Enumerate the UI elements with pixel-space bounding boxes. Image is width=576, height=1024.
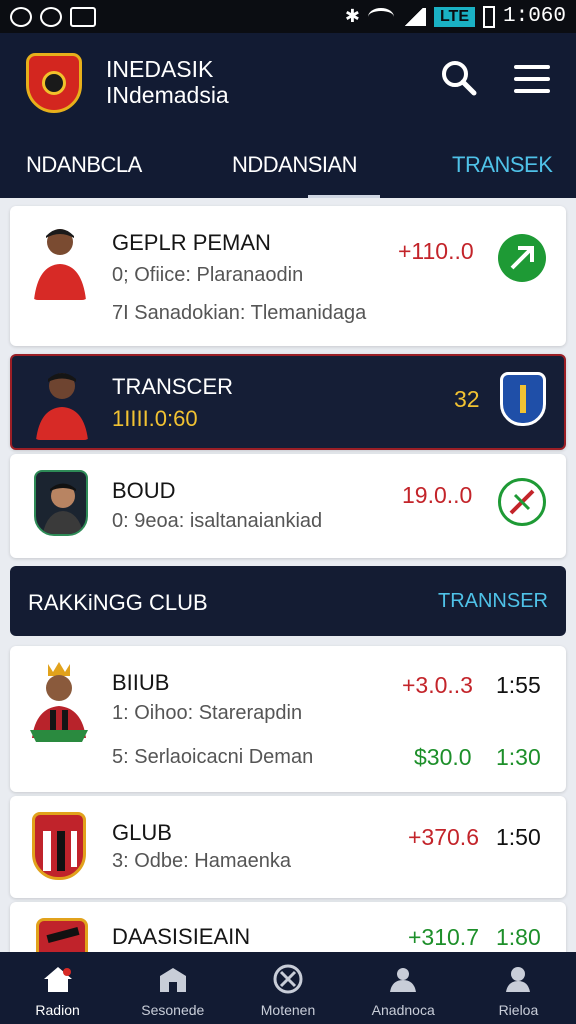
transfer-fee: 1IIII.0:60 <box>112 406 198 431</box>
club-name: DAASISIEAIN <box>112 924 251 949</box>
club-time: 1:50 <box>496 824 541 850</box>
wifi-icon <box>367 7 394 26</box>
club-shield-icon <box>32 812 86 880</box>
nav-item-1[interactable]: Radion <box>0 952 115 1024</box>
player-card[interactable]: GEPLR PEMAN 0; Ofiice: Plaranaodin 7I Sa… <box>10 206 566 346</box>
status-time: 1:060 <box>502 5 566 28</box>
app-subtitle: INdemadsia <box>106 82 229 108</box>
signal-icon <box>401 7 426 26</box>
club-price: +310.7 <box>408 924 479 950</box>
player-avatar <box>34 470 88 536</box>
network-badge: LTE <box>433 6 475 27</box>
club-time: 1:30 <box>496 744 541 770</box>
player-detail: 0; Ofiice: Plaranaodin <box>112 264 304 286</box>
player-avatar <box>30 220 90 300</box>
club-price: $30.0 <box>414 744 472 770</box>
search-icon <box>442 61 477 96</box>
section-title: RAKKiNGG CLUB <box>28 590 208 615</box>
club-detail: 3: Odbe: Hamaenka <box>112 850 291 872</box>
tab-bar: NDANBCLA NDDANSIAN TRANSEK <box>0 141 576 198</box>
player-card[interactable]: BOUD 0: 9eoa: isaltanaiankiad 19.0..0 <box>10 454 566 558</box>
club-shield-icon <box>500 372 546 426</box>
player-avatar <box>32 364 92 440</box>
nav-label: Anadnoca <box>371 1002 435 1018</box>
transfer-count: 32 <box>454 386 480 412</box>
section-link[interactable]: TRANNSER <box>438 590 548 613</box>
bottom-navigation: Radion Sesonede Motenen Anadnoca Rieloa <box>0 952 576 1024</box>
club-price: +370.6 <box>408 824 479 850</box>
player-detail: 7I Sanadokian: Tlemanidaga <box>112 302 367 324</box>
player-price: +110..0 <box>398 238 474 264</box>
stadium-icon <box>159 968 186 992</box>
nav-label: Radion <box>35 1002 80 1018</box>
player-price: 19.0..0 <box>402 482 473 508</box>
nav-label: Sesonede <box>141 1002 205 1018</box>
club-icon <box>498 478 546 526</box>
club-mascot-icon <box>28 658 90 742</box>
club-price: +3.0..3 <box>402 672 473 698</box>
club-time: 1:55 <box>496 672 541 698</box>
nav-item-5[interactable]: Rieloa <box>461 952 576 1024</box>
nav-item-3[interactable]: Motenen <box>230 952 345 1024</box>
ranking-section-header: RAKKiNGG CLUB TRANNSER <box>10 566 566 636</box>
tab-2[interactable]: NDDANSIAN <box>232 152 358 178</box>
search-button[interactable] <box>440 59 478 97</box>
ball-icon <box>273 964 303 994</box>
app-title: INEDASIK <box>106 56 214 82</box>
player-name: TRANSCER <box>112 374 234 399</box>
player-name: GEPLR PEMAN <box>112 230 271 255</box>
notification-icon <box>10 6 32 27</box>
club-logo <box>26 53 82 113</box>
club-detail: 5: Serlaoicacni Deman <box>112 746 314 768</box>
menu-button[interactable] <box>514 65 550 95</box>
home-icon <box>43 967 72 992</box>
player-name: BOUD <box>112 478 176 503</box>
app-header: INEDASIK INdemadsia NDANBCLA NDDANSIAN T… <box>0 33 576 198</box>
bluetooth-icon: ✱ <box>344 6 360 26</box>
status-bar: ✱ LTE 1:060 <box>0 0 576 33</box>
club-name: BIIUB <box>112 670 170 695</box>
transfer-card[interactable]: TRANSCER 1IIII.0:60 32 <box>10 354 566 450</box>
club-row[interactable]: BIIUB 1: Oihoo: Starerapdin 5: Serlaoica… <box>10 646 566 792</box>
team-icon <box>390 968 417 992</box>
club-icon <box>498 234 546 282</box>
battery-icon <box>482 5 495 28</box>
active-tab-indicator <box>308 195 380 198</box>
club-name: GLUB <box>112 820 172 845</box>
tab-1[interactable]: NDANBCLA <box>26 152 142 178</box>
club-row[interactable]: GLUB 3: Odbe: Hamaenka +370.6 1:50 <box>10 796 566 898</box>
clock-icon <box>40 6 62 27</box>
tab-3[interactable]: TRANSEK <box>452 152 553 178</box>
image-icon <box>70 6 96 27</box>
profile-icon <box>506 967 531 992</box>
club-detail: 1: Oihoo: Starerapdin <box>112 702 303 724</box>
nav-item-4[interactable]: Anadnoca <box>346 952 461 1024</box>
player-detail: 0: 9eoa: isaltanaiankiad <box>112 510 323 532</box>
club-time: 1:80 <box>496 924 541 950</box>
nav-label: Rieloa <box>498 1002 539 1018</box>
nav-item-2[interactable]: Sesonede <box>115 952 230 1024</box>
nav-label: Motenen <box>260 1002 316 1018</box>
